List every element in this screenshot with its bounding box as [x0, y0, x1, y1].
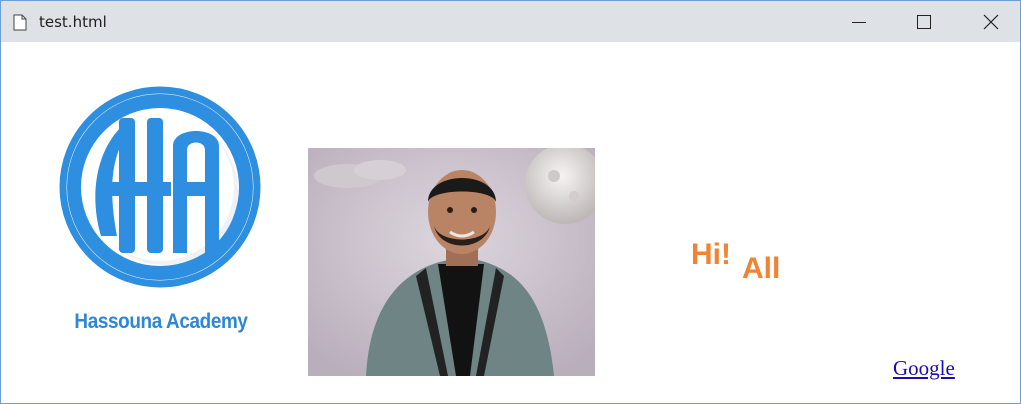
maximize-button[interactable] — [901, 1, 947, 42]
greeting-hi: Hi! — [691, 238, 731, 271]
file-icon — [13, 14, 27, 31]
close-icon — [983, 14, 999, 29]
maximize-icon — [917, 14, 931, 29]
browser-window: test.html Hassouna Academy Hi! All Googl… — [0, 0, 1021, 404]
page-content: Hassouna Academy Hi! All Google — [1, 42, 1020, 403]
person-photo — [308, 148, 595, 376]
minimize-button[interactable] — [836, 1, 882, 42]
title-bar: test.html — [1, 1, 1020, 42]
minimize-icon — [852, 21, 866, 23]
greeting-all: All — [742, 252, 781, 285]
close-button[interactable] — [968, 1, 1014, 42]
logo-caption: Hassouna Academy — [74, 310, 248, 333]
hassouna-academy-logo — [59, 86, 261, 288]
window-title: test.html — [39, 13, 107, 31]
google-link[interactable]: Google — [893, 356, 955, 381]
